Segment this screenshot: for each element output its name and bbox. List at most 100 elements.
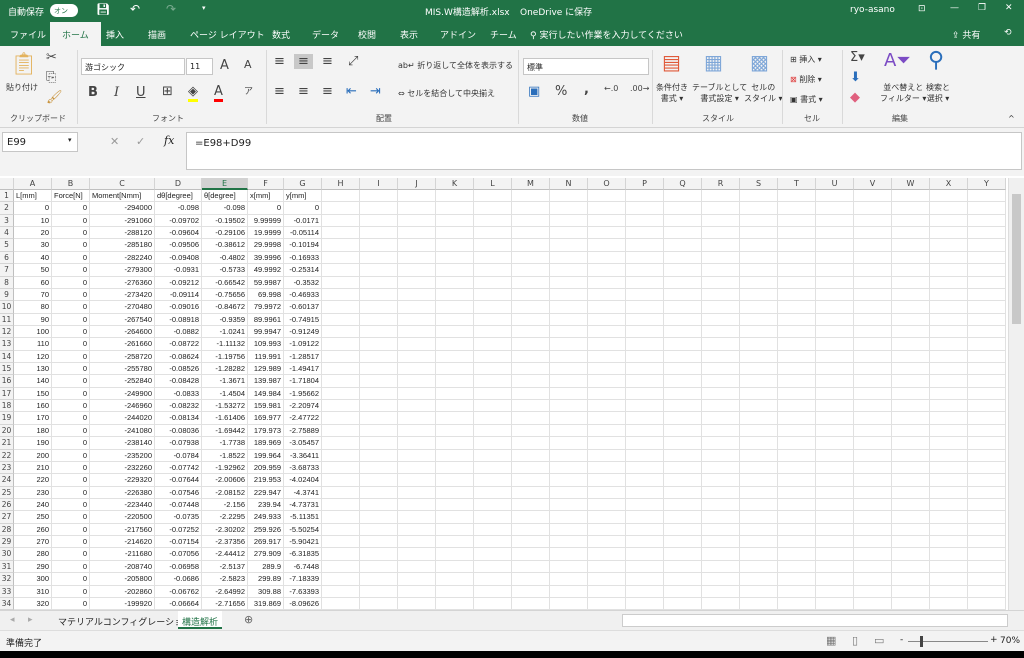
cell[interactable]: -202860: [90, 585, 155, 598]
cell[interactable]: [664, 325, 702, 339]
cell[interactable]: [360, 536, 398, 549]
cell[interactable]: [968, 387, 1006, 401]
cell[interactable]: -5.50254: [284, 523, 322, 537]
cell[interactable]: -226380: [90, 486, 155, 499]
header-cell[interactable]: x[mm]: [248, 190, 284, 203]
row-header[interactable]: 2: [0, 202, 14, 215]
cell[interactable]: [778, 412, 816, 425]
cell[interactable]: 40: [14, 251, 52, 265]
cell[interactable]: -0.08722: [155, 338, 202, 351]
increase-decimal-icon[interactable]: ←.0: [604, 84, 618, 93]
cell[interactable]: [398, 202, 436, 215]
cell[interactable]: [550, 363, 588, 376]
cell[interactable]: [360, 288, 398, 302]
bold-button[interactable]: B: [88, 85, 98, 100]
column-header-X[interactable]: X: [930, 178, 968, 190]
cell[interactable]: [892, 511, 930, 524]
zoom-slider-thumb[interactable]: [920, 636, 924, 647]
cell[interactable]: [550, 573, 588, 586]
cell[interactable]: [854, 338, 892, 351]
cell[interactable]: [588, 338, 626, 351]
cell[interactable]: [398, 387, 436, 401]
cell[interactable]: -1.92962: [202, 461, 248, 475]
cell[interactable]: [816, 400, 854, 413]
cell[interactable]: [550, 214, 588, 228]
cell[interactable]: [664, 474, 702, 487]
format-painter-icon[interactable]: 🖌︎: [46, 90, 63, 105]
cell[interactable]: -0.09114: [155, 288, 202, 302]
cell[interactable]: [626, 288, 664, 302]
cell[interactable]: [930, 412, 968, 425]
cell[interactable]: 79.9972: [248, 301, 284, 314]
header-cell[interactable]: [816, 190, 854, 203]
cell[interactable]: [512, 474, 550, 487]
cell[interactable]: [436, 548, 474, 561]
cell[interactable]: [322, 437, 360, 450]
cell[interactable]: [664, 523, 702, 537]
cell[interactable]: [512, 400, 550, 413]
cell[interactable]: [474, 288, 512, 302]
collapse-ribbon-icon[interactable]: ^: [1008, 114, 1015, 123]
cell[interactable]: [436, 597, 474, 610]
cell[interactable]: [930, 264, 968, 277]
cell[interactable]: [436, 227, 474, 240]
cell[interactable]: [778, 288, 816, 302]
cell[interactable]: [360, 239, 398, 252]
cell[interactable]: [816, 338, 854, 351]
cell[interactable]: [702, 461, 740, 475]
cell[interactable]: 210: [14, 461, 52, 475]
cell[interactable]: [588, 437, 626, 450]
cell[interactable]: [892, 338, 930, 351]
cell[interactable]: -3.36411: [284, 449, 322, 462]
cell[interactable]: 0: [52, 214, 90, 228]
cell[interactable]: [588, 313, 626, 326]
column-header-Q[interactable]: Q: [664, 178, 702, 190]
cell[interactable]: [968, 597, 1006, 610]
border-icon[interactable]: ⊞: [162, 84, 173, 99]
row-header[interactable]: 11: [0, 313, 14, 326]
cell[interactable]: -273420: [90, 288, 155, 302]
cell[interactable]: [664, 511, 702, 524]
cell[interactable]: [854, 597, 892, 610]
cell[interactable]: 50: [14, 264, 52, 277]
cell[interactable]: [436, 375, 474, 388]
cell[interactable]: [398, 227, 436, 240]
cell[interactable]: -0.0931: [155, 264, 202, 277]
cell[interactable]: [322, 313, 360, 326]
cell[interactable]: [360, 325, 398, 339]
cell[interactable]: [702, 511, 740, 524]
cell[interactable]: [740, 202, 778, 215]
cell[interactable]: [968, 251, 1006, 265]
cell[interactable]: [778, 350, 816, 364]
cell[interactable]: [702, 325, 740, 339]
cell[interactable]: -1.53272: [202, 400, 248, 413]
header-cell[interactable]: [854, 190, 892, 203]
cell[interactable]: -4.73731: [284, 499, 322, 512]
cell[interactable]: [892, 214, 930, 228]
cell[interactable]: -1.71804: [284, 375, 322, 388]
cell[interactable]: [322, 511, 360, 524]
cell[interactable]: -0.84672: [202, 301, 248, 314]
cell[interactable]: 0: [52, 536, 90, 549]
cell[interactable]: 199.964: [248, 449, 284, 462]
cell[interactable]: [892, 499, 930, 512]
cell[interactable]: 80: [14, 301, 52, 314]
column-header-K[interactable]: K: [436, 178, 474, 190]
cell[interactable]: [968, 536, 1006, 549]
cell[interactable]: 0: [52, 585, 90, 598]
cell[interactable]: [778, 449, 816, 462]
cell[interactable]: [930, 474, 968, 487]
cell[interactable]: [360, 400, 398, 413]
header-cell[interactable]: [778, 190, 816, 203]
cell[interactable]: [702, 264, 740, 277]
cell[interactable]: -0.10194: [284, 239, 322, 252]
cell[interactable]: [626, 424, 664, 438]
cell[interactable]: [892, 239, 930, 252]
row-header[interactable]: 12: [0, 325, 14, 339]
cell[interactable]: [322, 338, 360, 351]
cell[interactable]: 0: [52, 573, 90, 586]
cell[interactable]: [816, 264, 854, 277]
conditional-format-button[interactable]: 条件付き 書式 ▾: [656, 82, 688, 104]
cell[interactable]: 260: [14, 523, 52, 537]
tab-team[interactable]: チーム: [490, 28, 517, 41]
